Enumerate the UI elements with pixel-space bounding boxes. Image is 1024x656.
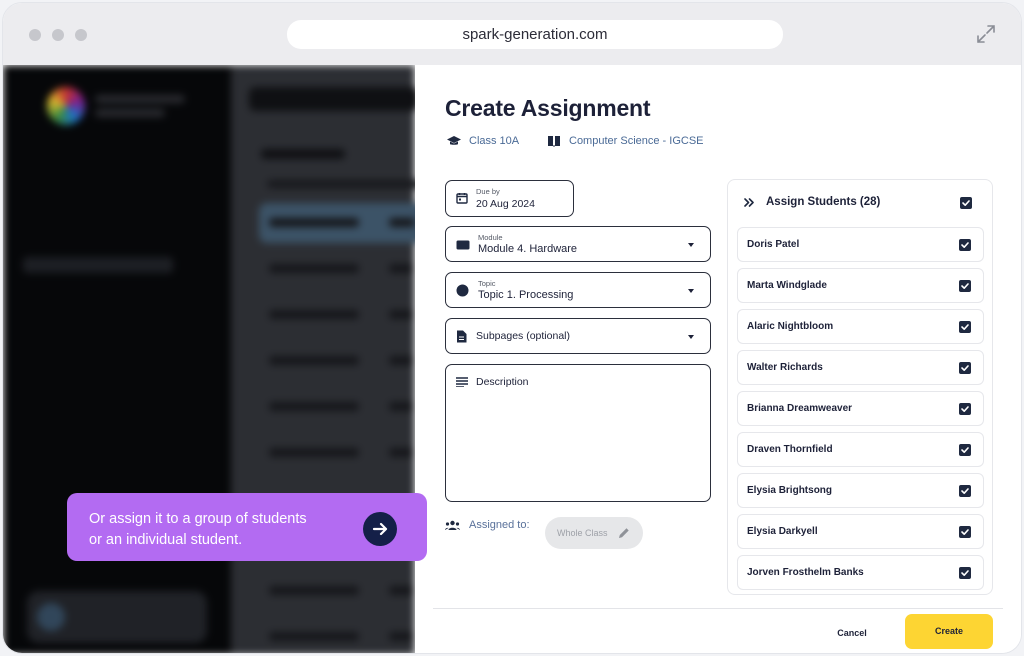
check-icon: [961, 570, 969, 576]
description-placeholder: Description: [476, 376, 529, 388]
subject-label: Computer Science - IGCSE: [569, 135, 704, 147]
select-all-checkbox[interactable]: [960, 197, 972, 209]
modal-title: Create Assignment: [445, 95, 651, 121]
module-icon: [456, 240, 470, 250]
student-name: Brianna Dreamweaver: [747, 403, 853, 414]
student-checkbox[interactable]: [959, 526, 971, 538]
group-icon: [445, 520, 460, 530]
student-name: Elysia Brightsong: [747, 485, 833, 496]
student-row[interactable]: Jorven Frosthelm Banks: [737, 555, 984, 590]
description-textarea[interactable]: Description: [445, 364, 711, 502]
student-checkbox[interactable]: [959, 280, 971, 292]
whole-class-chip[interactable]: Whole Class: [545, 517, 643, 549]
chevron-down-icon: [688, 289, 694, 293]
student-checkbox[interactable]: [959, 362, 971, 374]
subpages-select[interactable]: Subpages (optional): [445, 318, 711, 354]
double-chevron-right-icon: [744, 197, 754, 207]
student-row[interactable]: Elysia Darkyell: [737, 514, 984, 549]
text-lines-icon: [456, 377, 468, 387]
student-row[interactable]: Elysia Brightsong: [737, 473, 984, 508]
student-row[interactable]: Marta Windglade: [737, 268, 984, 303]
check-icon: [962, 200, 970, 206]
cancel-button[interactable]: Cancel: [827, 625, 877, 641]
arrow-right-icon: [372, 522, 388, 536]
student-row[interactable]: Doris Patel: [737, 227, 984, 262]
class-label: Class 10A: [469, 135, 520, 147]
window-controls: [29, 29, 87, 41]
expand-icon[interactable]: [975, 23, 997, 45]
student-checkbox[interactable]: [959, 567, 971, 579]
chevron-down-icon: [688, 243, 694, 247]
student-name: Walter Richards: [747, 362, 823, 373]
assign-students-panel: Assign Students (28) Doris Patel Marta W…: [727, 179, 993, 595]
tooltip-next-button[interactable]: [363, 512, 397, 546]
browser-window: spark-generation.com Or assign it to a g…: [2, 2, 1022, 654]
student-name: Marta Windglade: [747, 280, 827, 291]
student-row[interactable]: Alaric Nightbloom: [737, 309, 984, 344]
calendar-icon: [456, 193, 468, 204]
check-icon: [961, 488, 969, 494]
minimize-dot[interactable]: [52, 29, 64, 41]
footer-divider: [433, 608, 1003, 609]
tooltip-line-1: Or assign it to a group of students: [89, 511, 307, 527]
check-icon: [961, 283, 969, 289]
tooltip-text: Or assign it to a group of students or a…: [89, 509, 359, 551]
student-checkbox[interactable]: [959, 403, 971, 415]
close-dot[interactable]: [29, 29, 41, 41]
assign-students-title: Assign Students (28): [766, 196, 881, 208]
class-meta: Class 10A: [447, 135, 519, 147]
student-row[interactable]: Draven Thornfield: [737, 432, 984, 467]
due-date-label: Due by: [476, 187, 500, 196]
background-app: [3, 65, 415, 653]
topic-label: Topic: [478, 279, 496, 288]
subject-meta: Computer Science - IGCSE: [547, 135, 704, 147]
browser-toolbar: spark-generation.com: [3, 3, 1021, 65]
pencil-icon: [618, 528, 629, 538]
check-icon: [961, 529, 969, 535]
topic-select[interactable]: Topic Topic 1. Processing: [445, 272, 711, 308]
assigned-to-label: Assigned to:: [469, 519, 530, 531]
student-name: Elysia Darkyell: [747, 526, 818, 537]
check-icon: [961, 324, 969, 330]
student-name: Alaric Nightbloom: [747, 321, 834, 332]
address-bar[interactable]: spark-generation.com: [287, 20, 783, 49]
student-checkbox[interactable]: [959, 444, 971, 456]
create-assignment-modal: Create Assignment Class 10A Computer Sci…: [415, 65, 1021, 653]
topic-dot-icon: [456, 284, 469, 297]
book-icon: [548, 136, 560, 147]
graduation-cap-icon: [447, 136, 461, 145]
student-name: Jorven Frosthelm Banks: [747, 567, 864, 578]
due-date-field[interactable]: Due by 20 Aug 2024: [445, 180, 574, 217]
due-date-value: 20 Aug 2024: [476, 198, 535, 210]
module-label: Module: [478, 233, 503, 242]
tooltip-line-2: or an individual student.: [89, 532, 243, 548]
chevron-down-icon: [688, 335, 694, 339]
student-name: Doris Patel: [747, 239, 800, 250]
topic-value: Topic 1. Processing: [478, 289, 574, 301]
check-icon: [961, 242, 969, 248]
student-checkbox[interactable]: [959, 321, 971, 333]
check-icon: [961, 447, 969, 453]
module-select[interactable]: Module Module 4. Hardware: [445, 226, 711, 262]
maximize-dot[interactable]: [75, 29, 87, 41]
check-icon: [961, 365, 969, 371]
student-checkbox[interactable]: [959, 485, 971, 497]
check-icon: [961, 406, 969, 412]
create-button[interactable]: Create: [905, 614, 993, 649]
whole-class-chip-label: Whole Class: [557, 528, 608, 538]
subpages-placeholder: Subpages (optional): [476, 330, 570, 342]
document-icon: [457, 330, 467, 343]
onboarding-tooltip: Or assign it to a group of students or a…: [67, 493, 427, 561]
module-value: Module 4. Hardware: [478, 243, 578, 255]
student-name: Draven Thornfield: [747, 444, 833, 455]
student-row[interactable]: Brianna Dreamweaver: [737, 391, 984, 426]
assigned-to-row: Assigned to:: [445, 519, 530, 531]
student-row[interactable]: Walter Richards: [737, 350, 984, 385]
assign-students-header[interactable]: Assign Students (28): [744, 196, 880, 208]
student-checkbox[interactable]: [959, 239, 971, 251]
